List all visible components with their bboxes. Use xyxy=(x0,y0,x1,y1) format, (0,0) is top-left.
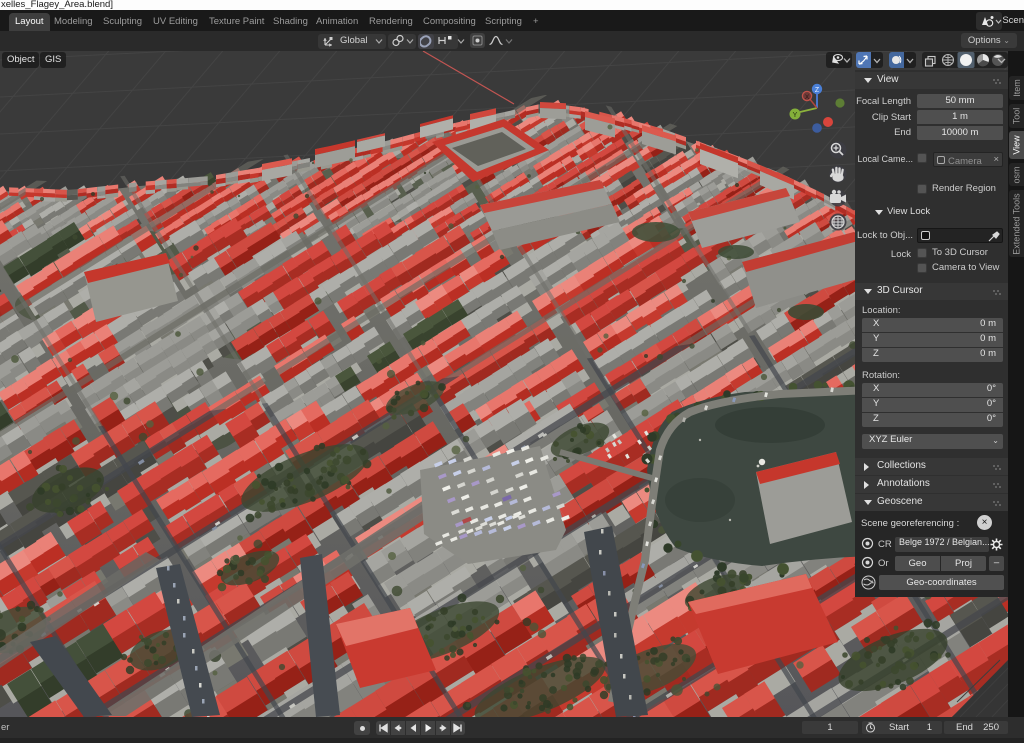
svg-text:Y: Y xyxy=(793,112,798,119)
svg-text:X: X xyxy=(805,94,810,101)
svg-text:Z: Z xyxy=(815,87,820,94)
